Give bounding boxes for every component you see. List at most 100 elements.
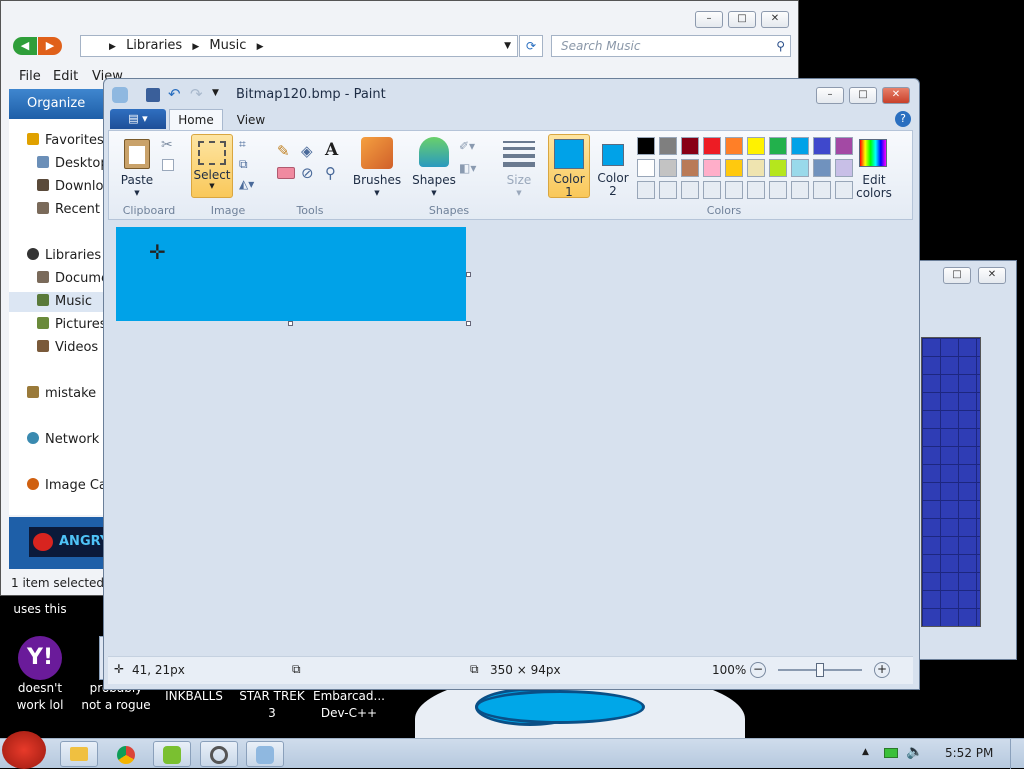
nav-music[interactable]: Music	[9, 292, 103, 312]
custom-color-slot[interactable]	[703, 181, 721, 199]
resize-icon[interactable]: ⧉	[239, 157, 248, 172]
maximize-button[interactable]: □	[849, 87, 877, 104]
show-desktop-button[interactable]	[1010, 739, 1024, 769]
palette-swatch[interactable]	[703, 137, 721, 155]
custom-color-slot[interactable]	[681, 181, 699, 199]
palette-swatch[interactable]	[725, 137, 743, 155]
close-button[interactable]: ✕	[761, 11, 789, 28]
zoom-out-button[interactable]: −	[750, 662, 766, 678]
breadcrumb-music[interactable]: Music	[209, 38, 246, 53]
minimize-button[interactable]: –	[816, 87, 844, 104]
paint-menu-button[interactable]: ▤ ▾	[110, 109, 166, 129]
pencil-icon[interactable]: ✎	[277, 142, 297, 162]
brushes-button[interactable]: Brushes ▼	[352, 174, 402, 200]
redo-icon[interactable]: ↷	[190, 85, 203, 103]
nav-libraries[interactable]: Libraries	[27, 246, 109, 266]
volume-icon[interactable]: 🔈	[906, 744, 923, 760]
zoom-in-button[interactable]: +	[874, 662, 890, 678]
custom-color-slot[interactable]	[769, 181, 787, 199]
eraser-icon[interactable]	[277, 167, 295, 179]
custom-color-slot[interactable]	[725, 181, 743, 199]
shapes-button[interactable]: Shapes ▼	[411, 174, 457, 200]
search-input[interactable]: Search Music ⚲	[551, 35, 791, 57]
magnifier-icon[interactable]: ⚲	[325, 164, 345, 184]
nav-image-capture[interactable]: Image Capture	[27, 476, 109, 496]
palette-swatch[interactable]	[659, 159, 677, 177]
palette-swatch[interactable]	[659, 137, 677, 155]
custom-color-slot[interactable]	[791, 181, 809, 199]
select-button[interactable]: Select ▼	[191, 134, 233, 198]
bg-close-button[interactable]: ✕	[978, 267, 1006, 284]
organize-button[interactable]: Organize	[27, 96, 85, 111]
custom-color-slot[interactable]	[813, 181, 831, 199]
save-icon[interactable]	[146, 88, 160, 102]
nav-network[interactable]: Network	[27, 430, 109, 450]
color2-button[interactable]: Color 2	[593, 134, 633, 198]
back-button[interactable]: ◀	[13, 37, 37, 55]
forward-button[interactable]: ▶	[38, 37, 62, 55]
color1-button[interactable]: Color 1	[548, 134, 590, 199]
palette-swatch[interactable]	[813, 159, 831, 177]
minimize-button[interactable]: –	[695, 11, 723, 28]
zoom-slider[interactable]	[778, 663, 862, 677]
palette-swatch[interactable]	[637, 137, 655, 155]
menu-edit[interactable]: Edit	[53, 67, 78, 87]
taskbar-explorer[interactable]	[60, 741, 98, 767]
crop-icon[interactable]: ⌗	[239, 137, 246, 152]
desktop-icon-star-trek-3[interactable]: STAR TREK 3	[232, 688, 312, 722]
palette-swatch[interactable]	[791, 159, 809, 177]
palette-swatch[interactable]	[703, 159, 721, 177]
palette-swatch[interactable]	[813, 137, 831, 155]
desktop-icon-yahoo-messenger[interactable]: Y! doesn't work lol	[0, 636, 80, 714]
breadcrumb-libraries[interactable]: Libraries	[126, 38, 182, 53]
nav-mistake[interactable]: mistake	[27, 384, 109, 404]
desktop-icon-inkballs[interactable]: INKBALLS	[154, 688, 234, 705]
close-button[interactable]: ✕	[882, 87, 910, 104]
palette-swatch[interactable]	[791, 137, 809, 155]
copy-icon[interactable]	[162, 159, 174, 171]
resize-handle-corner[interactable]	[466, 321, 471, 326]
desktop-icon-uses-this[interactable]: uses this	[0, 601, 80, 618]
refresh-button[interactable]: ⟳	[519, 35, 543, 57]
palette-swatch[interactable]	[747, 159, 765, 177]
canvas[interactable]	[116, 227, 466, 321]
cut-icon[interactable]: ✂	[161, 137, 173, 153]
bg-maximize-button[interactable]: □	[943, 267, 971, 284]
palette-swatch[interactable]	[725, 159, 743, 177]
maximize-button[interactable]: □	[728, 11, 756, 28]
resize-handle-bottom[interactable]	[288, 321, 293, 326]
taskbar-chrome[interactable]	[107, 741, 145, 767]
palette-swatch[interactable]	[637, 159, 655, 177]
customize-toolbar-icon[interactable]: ▼	[212, 88, 219, 98]
undo-icon[interactable]: ↶	[168, 85, 181, 103]
paste-button[interactable]: Paste ▼	[117, 174, 157, 200]
clock[interactable]: 5:52 PM	[945, 746, 993, 760]
palette-swatch[interactable]	[747, 137, 765, 155]
taskbar-game[interactable]	[153, 741, 191, 767]
fill-shape-icon[interactable]: ◧▾	[459, 161, 476, 175]
address-bar[interactable]: ▶ Libraries ▶ Music ▶ ▼	[80, 35, 518, 57]
palette-swatch[interactable]	[681, 159, 699, 177]
fill-icon[interactable]: ◈	[301, 142, 321, 162]
taskbar-app[interactable]	[200, 741, 238, 767]
help-icon[interactable]: ?	[895, 111, 911, 127]
menu-file[interactable]: File	[19, 67, 41, 87]
edit-colors-button[interactable]: Edit colors	[851, 174, 897, 200]
tab-home[interactable]: Home	[169, 109, 223, 131]
custom-color-slot[interactable]	[637, 181, 655, 199]
palette-swatch[interactable]	[681, 137, 699, 155]
palette-swatch[interactable]	[835, 137, 853, 155]
nav-favorites[interactable]: Favorites	[27, 131, 109, 151]
color-picker-icon[interactable]: ⊘	[301, 164, 321, 184]
palette-swatch[interactable]	[769, 137, 787, 155]
address-dropdown-icon[interactable]: ▼	[504, 36, 511, 56]
start-button[interactable]	[2, 731, 46, 769]
zoom-slider-thumb[interactable]	[816, 663, 824, 677]
custom-color-slot[interactable]	[659, 181, 677, 199]
size-button[interactable]: Size ▼	[499, 174, 539, 200]
custom-color-slot[interactable]	[747, 181, 765, 199]
palette-swatch[interactable]	[769, 159, 787, 177]
desktop-icon-dev-cpp[interactable]: Embarcad... Dev-C++	[309, 688, 389, 722]
show-hidden-icons[interactable]: ▲	[862, 747, 869, 757]
text-icon[interactable]: A	[325, 140, 345, 160]
